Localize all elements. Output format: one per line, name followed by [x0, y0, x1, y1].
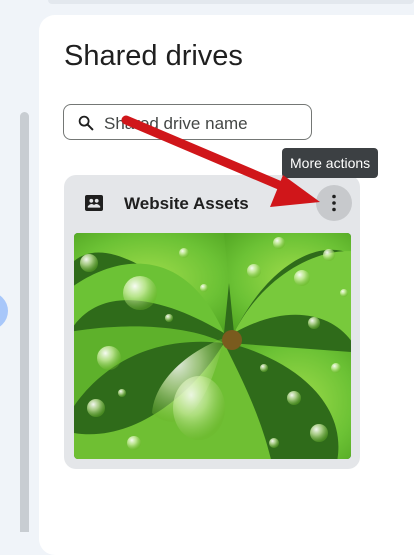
- more-vert-icon: [332, 194, 336, 212]
- drive-name[interactable]: Website Assets: [124, 194, 249, 214]
- nav-indicator: [0, 292, 8, 330]
- search-input[interactable]: Shared drive name: [63, 104, 312, 140]
- clover-leaf-image: [74, 233, 351, 459]
- left-rail: [0, 0, 40, 532]
- search-icon: [78, 115, 94, 131]
- shared-drive-icon: [85, 195, 103, 211]
- drive-thumbnail[interactable]: [74, 233, 351, 459]
- page-title: Shared drives: [64, 40, 243, 72]
- search-placeholder: Shared drive name: [104, 114, 248, 133]
- top-strip: [48, 0, 414, 4]
- more-actions-tooltip: More actions: [282, 148, 379, 178]
- shared-drive-card[interactable]: Website Assets: [64, 175, 360, 469]
- more-actions-button[interactable]: [316, 185, 352, 221]
- scrollbar[interactable]: [20, 112, 29, 532]
